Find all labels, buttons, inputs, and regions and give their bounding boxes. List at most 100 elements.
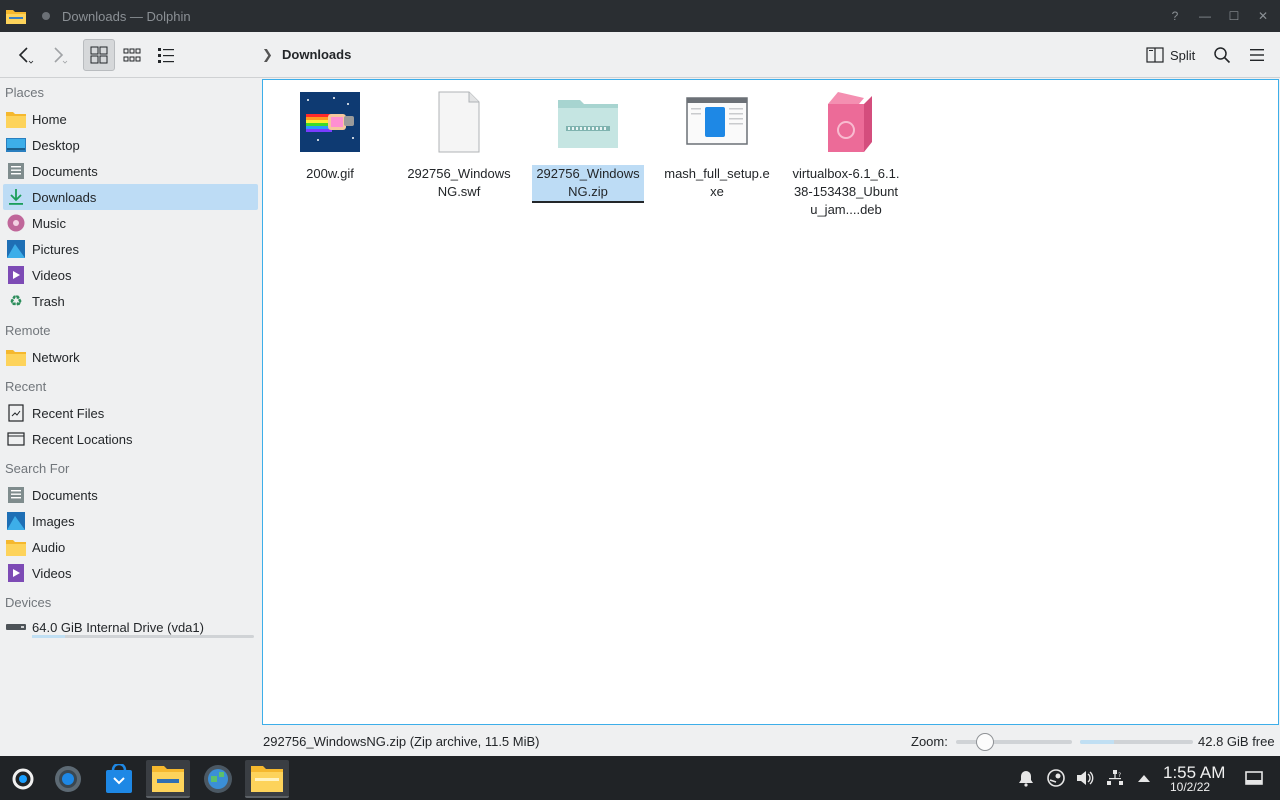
- hard-drive-icon: [6, 617, 26, 637]
- browser-button[interactable]: [196, 760, 240, 798]
- section-title-recent: Recent: [5, 379, 47, 394]
- window-status-dot: [42, 12, 50, 20]
- file-item-gif[interactable]: 200w.gif: [274, 90, 386, 183]
- free-space-label: 42.8 GiB free: [1198, 734, 1275, 749]
- close-button[interactable]: ✕: [1248, 0, 1278, 32]
- sidebar-item-downloads[interactable]: Downloads: [3, 184, 258, 210]
- drive-usage-bar: [32, 635, 254, 638]
- sidebar-item-videos[interactable]: Videos: [3, 262, 258, 288]
- zoom-label: Zoom:: [911, 734, 948, 749]
- recent-files-icon: [6, 403, 26, 423]
- selection-info: 292756_WindowsNG.zip (Zip archive, 11.5 …: [263, 734, 540, 749]
- dolphin-taskbar-button[interactable]: [146, 760, 190, 798]
- breadcrumb[interactable]: Downloads: [282, 47, 351, 62]
- sidebar-item-documents[interactable]: Documents: [3, 158, 258, 184]
- file-manager-taskbar-button[interactable]: [245, 760, 289, 798]
- images-icon: [6, 511, 26, 531]
- file-item-zip[interactable]: 292756_WindowsNG.zip: [532, 90, 644, 203]
- back-arrow-icon: [18, 47, 34, 64]
- sidebar-item-trash[interactable]: ♻ Trash: [3, 288, 258, 314]
- music-icon: [6, 213, 26, 233]
- sidebar-item-label: Desktop: [32, 137, 80, 153]
- compact-view-button[interactable]: [116, 39, 148, 71]
- sidebar-item-recent-files[interactable]: Recent Files: [3, 400, 258, 426]
- sidebar-item-label: Images: [32, 513, 75, 529]
- hamburger-menu-icon: [1250, 49, 1264, 61]
- drive-usage-fill: [32, 635, 66, 638]
- dolphin-folder-icon: [6, 8, 26, 24]
- volume-tray-icon[interactable]: [1075, 768, 1095, 788]
- sidebar-item-home[interactable]: Home: [3, 106, 258, 132]
- sidebar-item-pictures[interactable]: Pictures: [3, 236, 258, 262]
- file-name: mash_full_setup.exe: [664, 166, 770, 199]
- sidebar-item-desktop[interactable]: Desktop: [3, 132, 258, 158]
- pictures-icon: [6, 239, 26, 259]
- audio-folder-icon: [6, 537, 26, 557]
- split-label: Split: [1170, 47, 1196, 63]
- gif-thumbnail: [298, 90, 362, 154]
- globe-gear-icon: [204, 765, 232, 793]
- sidebar-item-search-audio[interactable]: Audio: [3, 534, 258, 560]
- sidebar-item-label: Videos: [32, 565, 72, 581]
- sidebar-item-label: Recent Locations: [32, 431, 133, 447]
- sidebar-item-label: Documents: [32, 163, 98, 179]
- zoom-slider[interactable]: [956, 733, 1072, 751]
- sidebar-item-network[interactable]: Network: [3, 344, 258, 370]
- expand-tray-icon[interactable]: [1134, 768, 1154, 788]
- help-button[interactable]: ?: [1160, 0, 1190, 32]
- places-panel: Places Home Desktop Documents Downloads …: [0, 79, 262, 754]
- steam-deck-logo-icon: [12, 768, 34, 790]
- split-button[interactable]: Split: [1142, 39, 1204, 71]
- notifications-tray-icon[interactable]: [1016, 768, 1036, 788]
- sidebar-item-search-videos[interactable]: Videos: [3, 560, 258, 586]
- forward-button[interactable]: [42, 39, 74, 71]
- split-view-icon: [1146, 47, 1164, 63]
- folder-icon: [251, 766, 283, 792]
- sidebar-item-label: Pictures: [32, 241, 79, 257]
- search-button[interactable]: [1206, 39, 1238, 71]
- file-view[interactable]: 200w.gif 292756_WindowsNG.swf 292756_Win…: [262, 79, 1279, 725]
- documents-icon: [6, 485, 26, 505]
- recent-locations-icon: [6, 429, 26, 449]
- network-tray-icon[interactable]: ?: [1105, 768, 1125, 788]
- compact-view-icon: [123, 48, 141, 62]
- section-title-search-for: Search For: [5, 461, 70, 476]
- taskbar: ?: [0, 756, 1280, 800]
- sidebar-item-label: Documents: [32, 487, 98, 503]
- network-folder-icon: [6, 347, 26, 367]
- steam-deck-launcher-button[interactable]: [0, 760, 44, 798]
- sidebar-item-label: Home: [32, 111, 67, 127]
- icons-view-button[interactable]: [83, 39, 115, 71]
- system-settings-button[interactable]: [46, 760, 90, 798]
- maximize-button[interactable]: ☐: [1219, 0, 1249, 32]
- minimize-button[interactable]: —: [1190, 0, 1220, 32]
- sidebar-item-recent-locations[interactable]: Recent Locations: [3, 426, 258, 452]
- back-button[interactable]: [8, 39, 40, 71]
- sidebar-item-search-images[interactable]: Images: [3, 508, 258, 534]
- file-item-deb[interactable]: virtualbox-6.1_6.1.38-153438_Ubuntu_jam.…: [790, 90, 902, 219]
- file-item-exe[interactable]: mash_full_setup.exe: [661, 90, 773, 201]
- videos-icon: [6, 265, 26, 285]
- zoom-slider-handle[interactable]: [975, 733, 994, 751]
- steam-tray-icon[interactable]: [1046, 768, 1066, 788]
- sidebar-item-label: Downloads: [32, 189, 97, 205]
- sidebar-item-search-documents[interactable]: Documents: [3, 482, 258, 508]
- hamburger-menu-button[interactable]: [1241, 39, 1273, 71]
- clock-date[interactable]: 10/2/22: [1170, 780, 1210, 794]
- file-name: virtualbox-6.1_6.1.38-153438_Ubuntu_jam.…: [792, 166, 900, 217]
- forward-arrow-icon: [54, 47, 68, 64]
- breadcrumb-chevron-icon[interactable]: ❯: [262, 47, 273, 63]
- sidebar-item-label: Network: [32, 349, 80, 365]
- search-icon: [1214, 47, 1231, 64]
- free-space-fill: [1080, 740, 1114, 744]
- file-item-swf[interactable]: 292756_WindowsNG.swf: [403, 90, 515, 201]
- section-title-devices: Devices: [5, 595, 52, 610]
- show-desktop-icon[interactable]: [1244, 768, 1264, 788]
- details-view-button[interactable]: [150, 39, 182, 71]
- sidebar-item-music[interactable]: Music: [3, 210, 258, 236]
- home-folder-icon: [6, 109, 26, 129]
- discover-store-button[interactable]: [97, 760, 141, 798]
- status-bar: 292756_WindowsNG.zip (Zip archive, 11.5 …: [0, 726, 1280, 756]
- videos-icon: [6, 563, 26, 583]
- window-title: Downloads — Dolphin: [62, 8, 191, 24]
